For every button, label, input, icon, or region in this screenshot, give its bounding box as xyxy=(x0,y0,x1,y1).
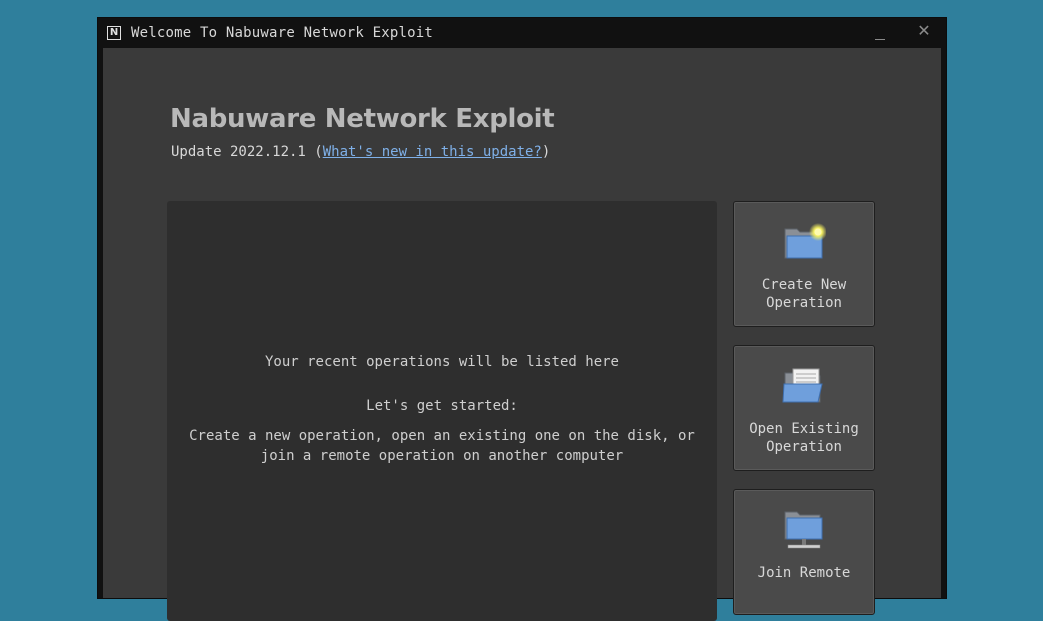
app-title: Nabuware Network Exploit xyxy=(170,104,555,134)
open-label-line-1: Open Existing xyxy=(749,421,859,437)
folder-new-icon xyxy=(784,223,826,259)
create-new-operation-button[interactable]: Create New Operation xyxy=(733,201,875,327)
recent-operations-panel: Your recent operations will be listed he… xyxy=(167,201,717,621)
recent-empty-message: Your recent operations will be listed he… xyxy=(264,354,619,370)
join-remote-operation-label: Join Remote xyxy=(734,564,874,582)
join-remote-operation-button[interactable]: Join Remote xyxy=(733,489,875,615)
open-existing-operation-button[interactable]: Open Existing Operation xyxy=(733,345,875,471)
whats-new-link[interactable]: What's new in this update? xyxy=(323,144,542,160)
instructions-line-2: join a remote operation on another compu… xyxy=(260,448,624,464)
close-button[interactable]: ✕ xyxy=(915,22,933,40)
create-label-line-2: Operation xyxy=(766,295,842,311)
update-info: Update 2022.12.1 (What's new in this upd… xyxy=(171,144,550,160)
window-title: Welcome To Nabuware Network Exploit xyxy=(131,25,434,41)
open-label-line-2: Operation xyxy=(766,439,842,455)
folder-open-icon xyxy=(782,368,823,403)
network-folder-icon xyxy=(784,511,823,549)
app-logo-icon: N xyxy=(107,26,121,40)
create-label-line-1: Create New xyxy=(761,277,847,293)
update-suffix-text: ) xyxy=(541,144,551,160)
open-existing-operation-label: Open Existing Operation xyxy=(734,420,874,456)
update-version-text: Update 2022.12.1 ( xyxy=(171,144,323,160)
create-new-operation-label: Create New Operation xyxy=(734,276,874,312)
title-bar[interactable]: N Welcome To Nabuware Network Exploit ✕ xyxy=(98,18,946,48)
window-content: Nabuware Network Exploit Update 2022.12.… xyxy=(103,48,941,621)
welcome-window: N Welcome To Nabuware Network Exploit ✕ … xyxy=(98,18,946,621)
instructions-line-1: Create a new operation, open an existing… xyxy=(189,428,695,444)
lets-get-started-label: Let's get started: xyxy=(366,398,518,414)
minimize-button[interactable] xyxy=(872,25,888,43)
getting-started-instructions: Create a new operation, open an existing… xyxy=(167,426,717,466)
join-label-line-1: Join Remote xyxy=(757,565,851,581)
